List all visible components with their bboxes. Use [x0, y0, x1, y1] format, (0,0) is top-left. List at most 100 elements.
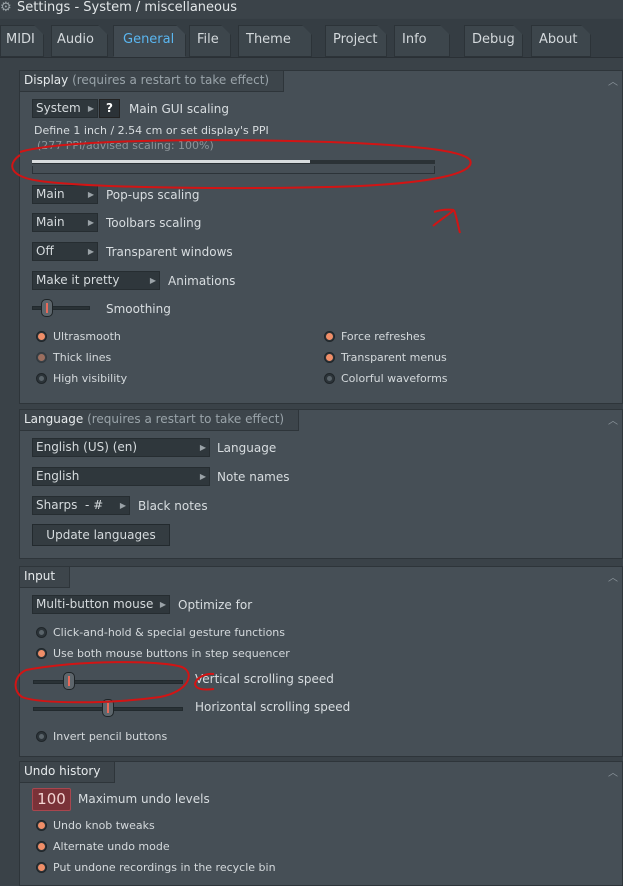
ultrasmooth-label: Ultrasmooth — [53, 330, 121, 343]
horizontal-scroll-label: Horizontal scrolling speed — [195, 700, 351, 714]
section-title: Undo history — [24, 764, 101, 778]
update-languages-button[interactable]: Update languages — [32, 524, 170, 546]
recycle-bin-radio[interactable] — [36, 862, 47, 873]
toolbars-scaling-label: Toolbars scaling — [106, 216, 202, 230]
dropdown-value: System — [36, 101, 81, 115]
horizontal-scroll-knob[interactable] — [102, 699, 114, 717]
gui-scaling-label: Main GUI scaling — [129, 102, 229, 116]
tab-audio[interactable]: Audio — [51, 25, 108, 57]
section-note: (requires a restart to take effect) — [87, 412, 285, 426]
window-titlebar: ⚙ Settings - System / miscellaneous — [0, 0, 623, 18]
triangle-right-icon: ▶ — [149, 276, 156, 285]
language-dropdown[interactable]: English (US) (en) ▶ — [32, 438, 210, 457]
language-header[interactable]: Language (requires a restart to take eff… — [20, 410, 300, 431]
colorful-waveforms-radio[interactable] — [324, 373, 335, 384]
display-header[interactable]: Display (requires a restart to take effe… — [20, 71, 285, 92]
undo-header[interactable]: Undo history — [20, 762, 116, 783]
tab-label: Project — [333, 32, 378, 47]
both-mouse-buttons-radio[interactable] — [36, 648, 47, 659]
undo-knob-tweaks-label: Undo knob tweaks — [53, 819, 155, 832]
tab-label: General — [123, 32, 175, 47]
tab-about[interactable]: About — [531, 25, 591, 57]
ultrasmooth-radio[interactable] — [36, 331, 47, 342]
tab-label: File — [197, 32, 219, 47]
smoothing-knob[interactable] — [41, 299, 53, 317]
popups-scaling-dropdown[interactable]: Main ▶ — [32, 185, 98, 204]
ppi-note: (277 PPI/advised scaling: 100%) — [37, 139, 214, 152]
chevron-up-icon[interactable]: ︿ — [608, 73, 618, 88]
section-title: Language — [24, 412, 84, 426]
note-names-label: Note names — [217, 470, 290, 484]
section-title: Input — [24, 569, 56, 583]
transparent-windows-label: Transparent windows — [106, 245, 233, 259]
alternate-undo-radio[interactable] — [36, 841, 47, 852]
optimize-for-label: Optimize for — [178, 598, 253, 612]
vertical-scroll-slider[interactable] — [33, 680, 183, 684]
dropdown-value: English (US) (en) — [36, 440, 138, 454]
transparent-menus-label: Transparent menus — [341, 351, 447, 364]
triangle-right-icon: ▶ — [87, 104, 94, 113]
vertical-scroll-label: Vertical scrolling speed — [195, 672, 334, 686]
gear-icon: ⚙ — [0, 0, 12, 15]
help-button[interactable]: ? — [99, 99, 120, 118]
dropdown-value: English — [36, 469, 80, 483]
tab-debug[interactable]: Debug — [464, 25, 523, 57]
animations-dropdown[interactable]: Make it pretty ▶ — [32, 271, 160, 290]
chevron-up-icon[interactable]: ︿ — [608, 764, 618, 779]
tab-label: Audio — [57, 32, 94, 47]
tab-theme[interactable]: Theme — [238, 25, 312, 57]
triangle-right-icon: ▶ — [199, 443, 206, 452]
animations-label: Animations — [168, 274, 236, 288]
thick-lines-label: Thick lines — [53, 351, 112, 364]
chevron-up-icon[interactable]: ︿ — [608, 569, 618, 584]
tab-label: About — [539, 32, 578, 47]
toolbars-scaling-dropdown[interactable]: Main ▶ — [32, 213, 98, 232]
input-header[interactable]: Input — [20, 567, 71, 588]
triangle-right-icon: ▶ — [87, 247, 94, 256]
triangle-right-icon: ▶ — [199, 472, 206, 481]
window-title: Settings - System / miscellaneous — [17, 0, 237, 15]
tab-general[interactable]: General — [113, 25, 186, 57]
popups-scaling-label: Pop-ups scaling — [106, 188, 200, 202]
thick-lines-radio — [36, 352, 47, 363]
undo-knob-tweaks-radio[interactable] — [36, 820, 47, 831]
gesture-functions-radio[interactable] — [36, 627, 47, 638]
gui-scaling-dropdown[interactable]: System ▶ — [32, 99, 98, 118]
note-names-dropdown[interactable]: English ▶ — [32, 467, 210, 486]
invert-pencil-label: Invert pencil buttons — [53, 730, 168, 743]
high-visibility-label: High visibility — [53, 372, 128, 385]
both-mouse-buttons-label: Use both mouse buttons in step sequencer — [53, 647, 290, 660]
smoothing-label: Smoothing — [106, 302, 171, 316]
section-note: (requires a restart to take effect) — [72, 73, 270, 87]
tab-file[interactable]: File — [189, 25, 231, 57]
vertical-scroll-knob[interactable] — [63, 672, 75, 690]
tab-bar: MIDI Audio General File Theme Project In… — [0, 19, 623, 58]
invert-pencil-radio[interactable] — [36, 731, 47, 742]
max-undo-levels-input[interactable]: 100 — [32, 788, 71, 811]
alternate-undo-label: Alternate undo mode — [53, 840, 170, 853]
tab-info[interactable]: Info — [394, 25, 450, 57]
black-notes-label: Black notes — [138, 499, 208, 513]
chevron-up-icon[interactable]: ︿ — [608, 412, 618, 427]
dropdown-value: Off — [36, 244, 54, 258]
transparent-menus-radio[interactable] — [324, 352, 335, 363]
triangle-right-icon: ▶ — [87, 190, 94, 199]
ppi-text: Define 1 inch / 2.54 cm or set display's… — [34, 124, 269, 137]
triangle-right-icon: ▶ — [119, 501, 126, 510]
max-undo-levels-label: Maximum undo levels — [78, 792, 210, 806]
black-notes-dropdown[interactable]: Sharps - # ▶ — [32, 496, 130, 515]
tab-midi[interactable]: MIDI — [0, 25, 44, 57]
high-visibility-radio[interactable] — [36, 373, 47, 384]
tab-label: Info — [402, 32, 427, 47]
tab-project[interactable]: Project — [325, 25, 387, 57]
dropdown-value: Main — [36, 215, 65, 229]
section-title: Display — [24, 73, 69, 87]
force-refreshes-label: Force refreshes — [341, 330, 426, 343]
transparent-windows-dropdown[interactable]: Off ▶ — [32, 242, 98, 261]
force-refreshes-radio[interactable] — [324, 331, 335, 342]
optimize-for-dropdown[interactable]: Multi-button mouse ▶ — [32, 595, 170, 614]
colorful-waveforms-label: Colorful waveforms — [341, 372, 448, 385]
tab-label: Theme — [246, 32, 291, 47]
ppi-slider[interactable] — [32, 160, 435, 174]
triangle-right-icon: ▶ — [87, 218, 94, 227]
